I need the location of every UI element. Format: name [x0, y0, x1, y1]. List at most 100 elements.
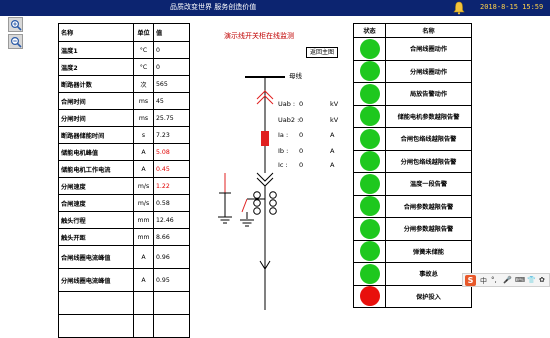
status-row: 局放告警动作 — [353, 82, 472, 106]
status-indicator-icon — [359, 263, 380, 284]
zoom-in-button[interactable] — [8, 17, 23, 32]
param-value: 0 — [153, 41, 190, 59]
status-indicator-icon — [359, 286, 380, 307]
param-name: 触头行程 — [58, 211, 134, 229]
branch-ground-icon — [218, 216, 232, 224]
status-name: 分闸参数越限告警 — [385, 217, 472, 241]
param-unit: mm — [133, 211, 154, 229]
ime-item[interactable]: 中 — [480, 276, 487, 286]
status-indicator-icon — [359, 61, 380, 82]
status-cell — [353, 37, 386, 61]
table-row: 储能电机工作电流 A 0.45 — [58, 160, 190, 178]
status-indicator-icon — [359, 128, 380, 149]
ime-settings-icon[interactable]: ✿ — [539, 276, 545, 284]
table-row: 分闸线圈电流峰值 A 0.95 — [58, 268, 190, 292]
status-row: 合闸包络线越限告警 — [353, 127, 472, 151]
status-indicator-icon — [359, 241, 380, 262]
ime-keyboard-icon[interactable]: ⌨ — [515, 276, 525, 284]
measurement-unit: A — [330, 147, 335, 155]
param-value: 0.96 — [153, 245, 190, 269]
param-value: 45 — [153, 92, 190, 110]
status-cell — [353, 239, 386, 263]
param-unit: °C — [133, 41, 154, 59]
param-value: 1.22 — [153, 177, 190, 195]
zoom-out-icon — [10, 36, 22, 48]
param-unit: A — [133, 245, 154, 269]
status-name: 温度一段告警 — [385, 172, 472, 196]
table-row: 断路器计数次 565 — [58, 75, 190, 93]
circuit-breaker[interactable] — [261, 131, 269, 146]
status-cell — [353, 82, 386, 106]
measurement-unit: A — [330, 161, 335, 169]
ime-toolbar[interactable]: S 中 °, 🎤 ⌨ 👕 ✿ — [462, 273, 550, 287]
status-row: 储能电机参数越限告警 — [353, 104, 472, 128]
status-name: 事故总 — [385, 262, 472, 286]
param-value — [153, 291, 190, 315]
table-row: 合闸速度 m/s 0.58 — [58, 194, 190, 212]
param-name: 储能电机峰值 — [58, 143, 134, 161]
status-indicator-icon — [359, 173, 380, 194]
header-unit: 单位 — [133, 23, 154, 42]
status-name: 局放告警动作 — [385, 82, 472, 106]
param-value — [153, 314, 190, 338]
param-unit: m/s — [133, 177, 154, 195]
param-name: 合闸时间 — [58, 92, 134, 110]
status-cell — [353, 149, 386, 173]
bell-icon[interactable] — [452, 1, 466, 15]
status-row: 弹簧未储能 — [353, 239, 472, 263]
status-cell — [353, 217, 386, 241]
param-unit: ms — [133, 109, 154, 127]
status-indicator-icon — [359, 106, 380, 127]
param-value: 5.08 — [153, 143, 190, 161]
measurement-value: 0 — [299, 161, 304, 169]
status-cell — [353, 262, 386, 286]
measurement-value: 0 — [299, 131, 304, 139]
param-value: 7.23 — [153, 126, 190, 144]
status-name: 合闸线圈动作 — [385, 37, 472, 61]
status-name: 合闸参数越限告警 — [385, 194, 472, 218]
status-row: 事故总 — [353, 262, 472, 286]
status-indicator-icon — [359, 38, 380, 59]
zoom-in-icon — [10, 19, 22, 31]
table-row: 分闸时间 ms 25.75 — [58, 109, 190, 127]
param-name: 断路器计数 — [58, 75, 134, 93]
earth-switch-blade[interactable] — [241, 198, 248, 213]
param-value: 0.95 — [153, 268, 190, 292]
ime-mic-icon[interactable]: 🎤 — [503, 276, 512, 284]
param-name: 储能电机工作电流 — [58, 160, 134, 178]
header-value: 值 — [153, 23, 190, 42]
table-row: 触头行程 mm 12.46 — [58, 211, 190, 229]
status-name: 分闸线圈动作 — [385, 59, 472, 83]
status-row: 分闸包络线越限告警 — [353, 149, 472, 173]
param-name: 温度2 — [58, 58, 134, 76]
param-name: 合闸速度 — [58, 194, 134, 212]
param-name: 断路器储能时间 — [58, 126, 134, 144]
param-name: 分闸时间 — [58, 109, 134, 127]
param-unit: mm — [133, 228, 154, 246]
status-cell — [353, 172, 386, 196]
status-name: 合闸包络线越限告警 — [385, 127, 472, 151]
header-status: 状态 — [353, 23, 386, 38]
top-bar — [0, 0, 550, 16]
ime-item[interactable]: °, — [491, 276, 497, 284]
param-value: 0.45 — [153, 160, 190, 178]
zoom-out-button[interactable] — [8, 34, 23, 49]
table-row — [58, 314, 190, 338]
table-row: 合闸线圈电流峰值 A 0.96 — [58, 245, 190, 269]
status-cell — [353, 194, 386, 218]
ime-logo[interactable]: S — [465, 275, 476, 286]
status-row: 分闸线圈动作 — [353, 59, 472, 83]
measurement-unit: kV — [330, 100, 339, 108]
ime-skin-icon[interactable]: 👕 — [527, 276, 536, 284]
measurement-label: Uab : — [278, 100, 296, 108]
table-row: 分闸速度 m/s 1.22 — [58, 177, 190, 195]
status-cell — [353, 104, 386, 128]
table-row: 合闸时间 ms 45 — [58, 92, 190, 110]
table-row: 温度2 °C 0 — [58, 58, 190, 76]
ground-icon — [240, 219, 254, 227]
param-name: 合闸线圈电流峰值 — [58, 245, 134, 269]
param-unit: s — [133, 126, 154, 144]
param-unit: m/s — [133, 194, 154, 212]
status-cell — [353, 59, 386, 83]
status-name: 分闸包络线越限告警 — [385, 149, 472, 173]
